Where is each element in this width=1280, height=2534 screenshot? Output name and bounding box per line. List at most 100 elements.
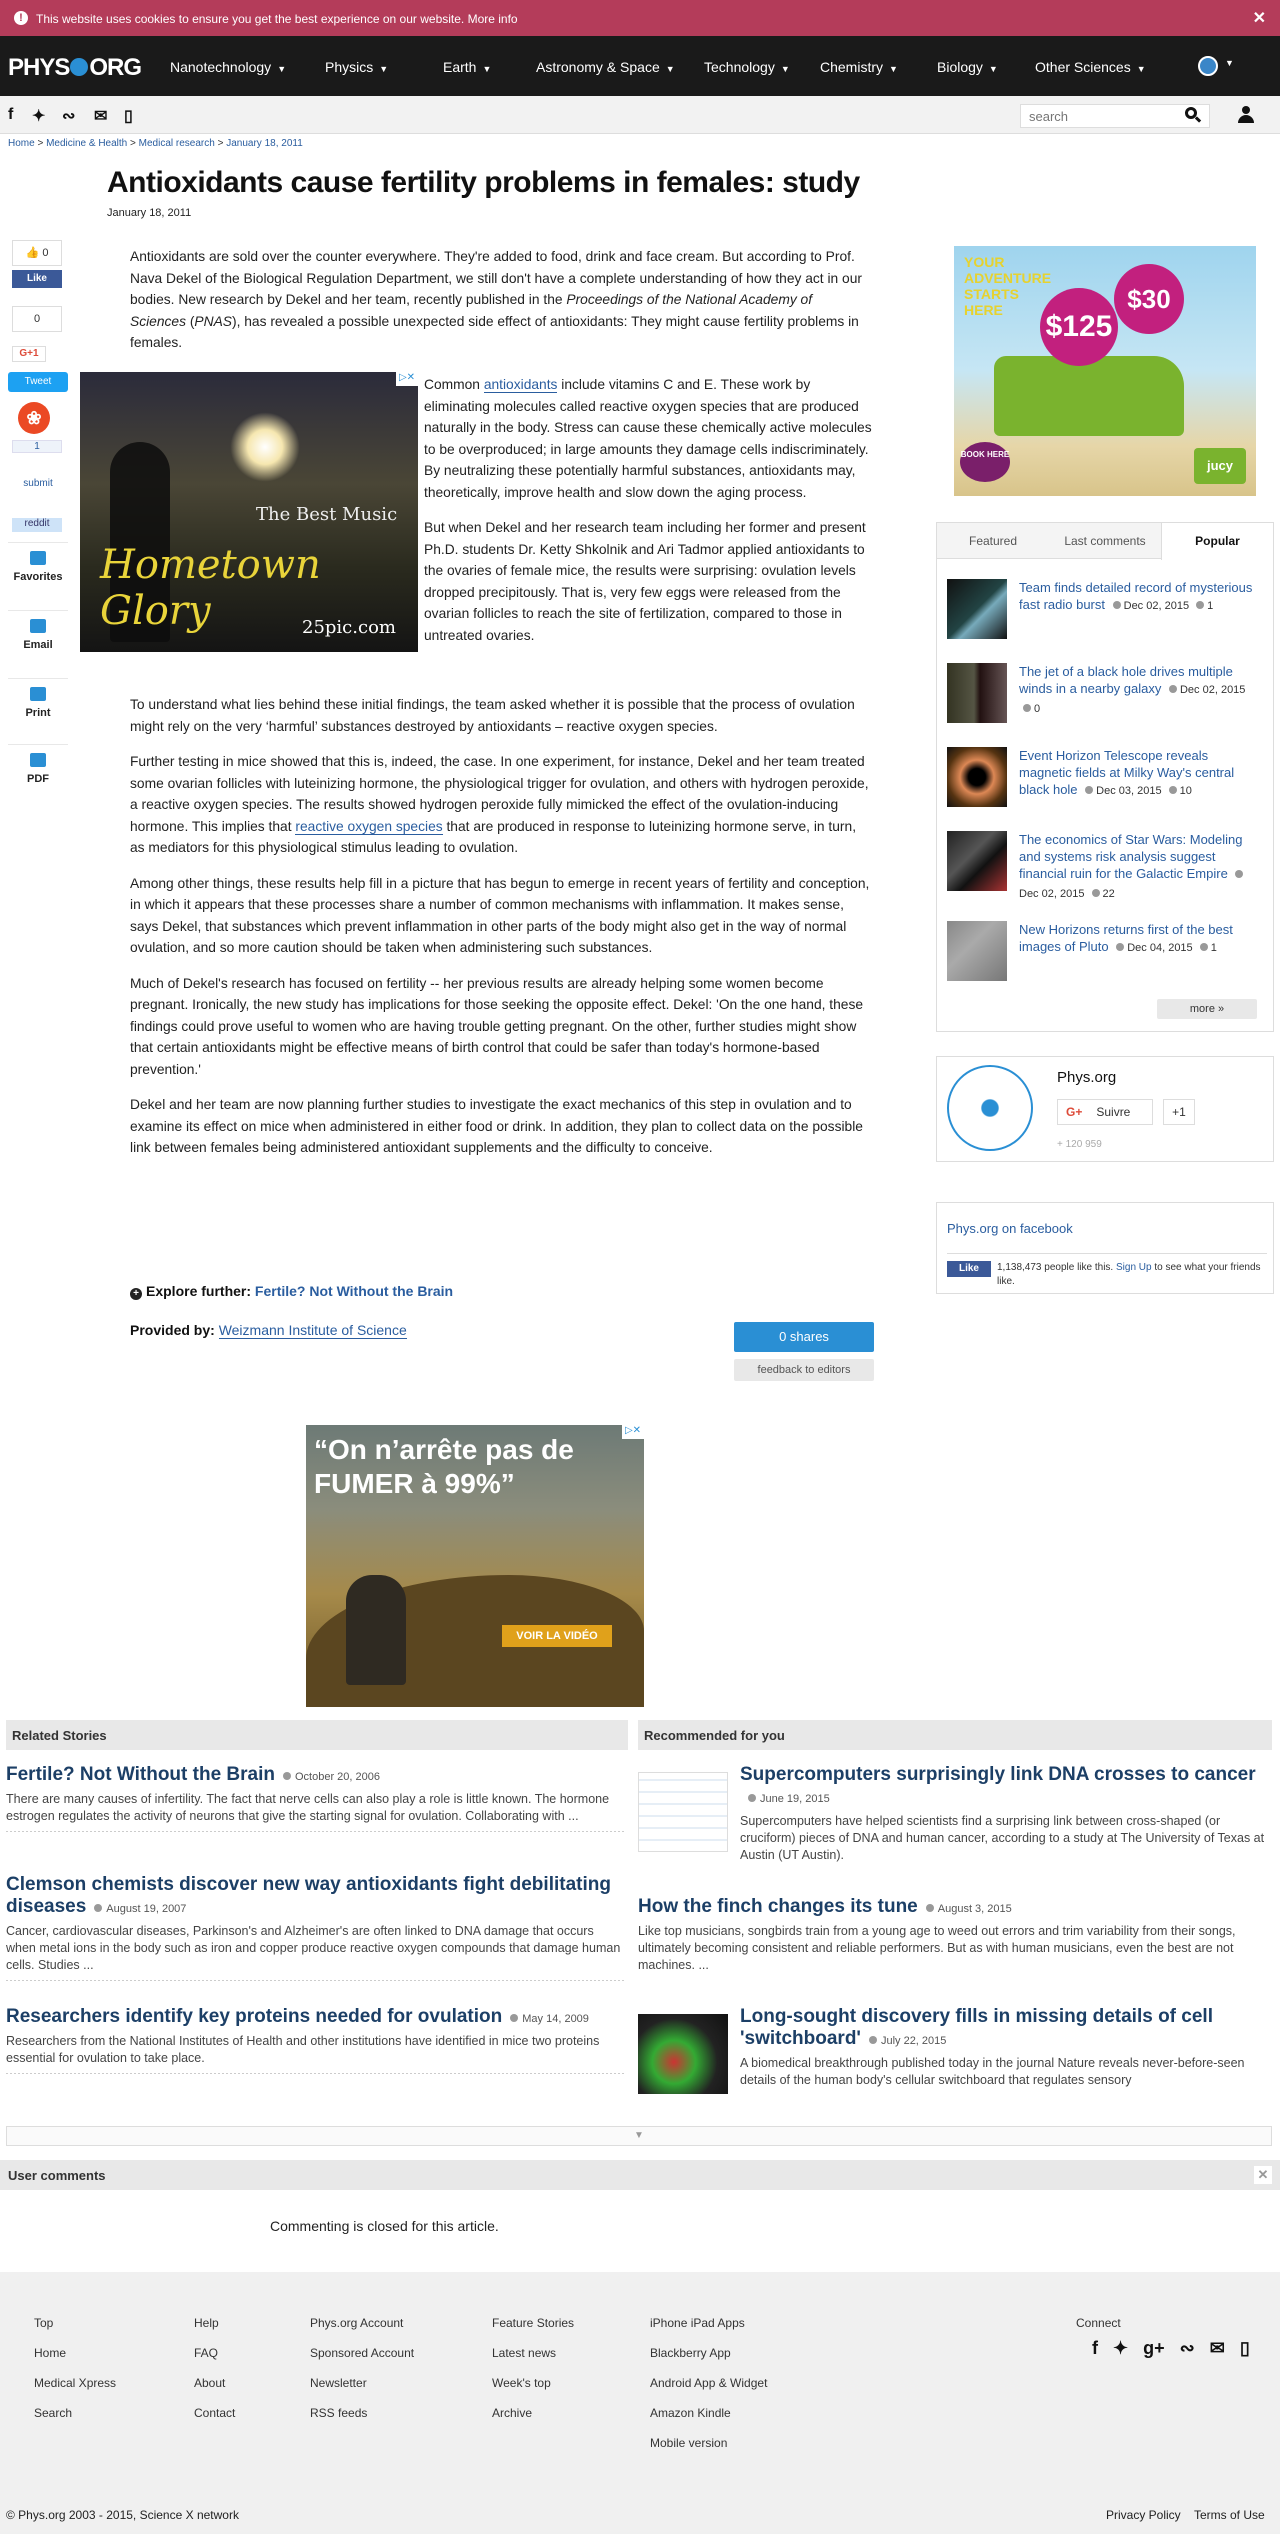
mobile-icon[interactable]: ▯ — [1240, 2338, 1250, 2358]
cookie-message[interactable]: This website uses cookies to ensure you … — [36, 12, 518, 26]
like-count-box[interactable]: 👍 0 — [12, 240, 62, 266]
related-item[interactable]: Fertile? Not Without the Brain October 20… — [6, 1764, 624, 1832]
footer-link-sponsored[interactable]: Sponsored Account — [310, 2346, 414, 2376]
nav-item-earth[interactable]: Earth ▼ — [443, 59, 491, 75]
footer-link-feature-stories[interactable]: Feature Stories — [492, 2316, 574, 2346]
footer-link-archive[interactable]: Archive — [492, 2406, 574, 2436]
facebook-box-title[interactable]: Phys.org on facebook — [947, 1221, 1073, 1236]
recommended-title[interactable]: How the finch changes its tune — [638, 1896, 918, 1917]
footer-link-search[interactable]: Search — [34, 2406, 116, 2436]
ad-hometown-glory[interactable]: The Best Music Hometown Glory 25pic.com … — [80, 372, 418, 652]
privacy-link[interactable]: Privacy Policy — [1106, 2508, 1181, 2522]
related-item[interactable]: Researchers identify key proteins needed… — [6, 2006, 624, 2074]
recommended-item[interactable]: Supercomputers surprisingly link DNA cro… — [740, 1764, 1270, 1864]
related-title[interactable]: Fertile? Not Without the Brain — [6, 1764, 275, 1785]
breadcrumb-home[interactable]: Home — [8, 138, 35, 149]
follow-button[interactable]: G+ Suivre — [1057, 1099, 1153, 1125]
submit-link[interactable]: submit — [8, 478, 68, 489]
explore-link[interactable]: Fertile? Not Without the Brain — [255, 1283, 453, 1299]
facebook-icon[interactable]: f — [8, 106, 13, 124]
rss-icon[interactable]: ∾ — [62, 106, 75, 126]
footer-link-faq[interactable]: FAQ — [194, 2346, 235, 2376]
recommended-item[interactable]: Long-sought discovery fills in missing d… — [740, 2006, 1270, 2096]
list-item[interactable]: Team finds detailed record of mysterious… — [947, 579, 1265, 643]
ad-smoking[interactable]: “On n’arrête pas de FUMER à 99%” VOIR LA… — [306, 1425, 644, 1707]
thumbnail-image[interactable] — [638, 2014, 728, 2094]
breadcrumb-date[interactable]: January 18, 2011 — [226, 138, 303, 149]
tab-last-comments[interactable]: Last comments — [1049, 523, 1161, 559]
footer-link-blackberry[interactable]: Blackberry App — [650, 2346, 767, 2376]
nav-item-technology[interactable]: Technology ▼ — [704, 59, 790, 75]
footer-link-newsletter[interactable]: Newsletter — [310, 2376, 414, 2406]
tweet-button[interactable]: Tweet — [8, 372, 68, 392]
footer-link-top[interactable]: Top — [34, 2316, 116, 2346]
mobile-icon[interactable]: ▯ — [124, 106, 133, 126]
close-icon[interactable]: ✕ — [1253, 8, 1266, 28]
footer-link-medical-xpress[interactable]: Medical Xpress — [34, 2376, 116, 2406]
footer-link-latest-news[interactable]: Latest news — [492, 2346, 574, 2376]
nav-item-physics[interactable]: Physics ▼ — [325, 59, 388, 75]
recommended-title[interactable]: Supercomputers surprisingly link DNA cro… — [740, 1764, 1256, 1785]
search-icon[interactable] — [1185, 107, 1202, 123]
tab-featured[interactable]: Featured — [937, 523, 1049, 559]
list-item[interactable]: Event Horizon Telescope reveals magnetic… — [947, 747, 1265, 811]
footer-link-weeks-top[interactable]: Week's top — [492, 2376, 574, 2406]
list-item[interactable]: New Horizons returns first of the best i… — [947, 921, 1265, 985]
user-icon[interactable] — [1236, 105, 1256, 125]
rss-icon[interactable]: ∾ — [1180, 2338, 1195, 2358]
related-item[interactable]: Clemson chemists discover new way antiox… — [6, 1874, 624, 1981]
footer-link-about[interactable]: About — [194, 2376, 235, 2406]
chevron-down-icon[interactable]: ▼ — [1225, 58, 1234, 68]
item-title[interactable]: The economics of Star Wars: Modeling and… — [1019, 832, 1243, 881]
breadcrumb-sub[interactable]: Medical research — [139, 138, 215, 149]
footer-link-rss[interactable]: RSS feeds — [310, 2406, 414, 2436]
site-logo[interactable]: PHYS ORG — [8, 54, 142, 82]
email-button[interactable]: Email — [8, 610, 68, 651]
facebook-like-button[interactable]: Like — [947, 1261, 991, 1277]
more-button[interactable]: more » — [1157, 999, 1257, 1019]
footer-link-android[interactable]: Android App & Widget — [650, 2376, 767, 2406]
footer-link-mobile[interactable]: Mobile version — [650, 2436, 767, 2466]
ad-video-button[interactable]: VOIR LA VIDÉO — [502, 1625, 612, 1647]
recommended-title[interactable]: Long-sought discovery fills in missing d… — [740, 2006, 1213, 2049]
email-icon[interactable]: ✉ — [1210, 2338, 1225, 2358]
twitter-icon[interactable]: ✦ — [32, 106, 45, 126]
footer-link-account[interactable]: Phys.org Account — [310, 2316, 414, 2346]
print-button[interactable]: Print — [8, 678, 68, 719]
provider-link[interactable]: Weizmann Institute of Science — [218, 1322, 407, 1339]
globe-icon[interactable] — [1198, 56, 1218, 76]
recommended-item[interactable]: How the finch changes its tune August 3, … — [638, 1896, 1268, 1974]
thumbnail-image[interactable] — [638, 1772, 728, 1852]
nav-item-chemistry[interactable]: Chemistry ▼ — [820, 59, 898, 75]
footer-link-iphone[interactable]: iPhone iPad Apps — [650, 2316, 767, 2346]
signup-link[interactable]: Sign Up — [1116, 1262, 1152, 1273]
search-input[interactable] — [1020, 104, 1210, 128]
gplus-icon[interactable]: g+ — [1143, 2338, 1165, 2358]
nav-item-other-sciences[interactable]: Other Sciences ▼ — [1035, 59, 1146, 75]
antioxidants-link[interactable]: antioxidants — [483, 377, 558, 393]
facebook-like-button[interactable]: Like — [12, 270, 62, 288]
ad-close-icon[interactable]: ▷✕ — [622, 1425, 644, 1439]
nav-item-nanotechnology[interactable]: Nanotechnology ▼ — [170, 59, 286, 75]
physorg-name[interactable]: Phys.org — [1057, 1069, 1116, 1086]
ad-close-icon[interactable]: ▷✕ — [396, 372, 418, 386]
ad-book-button[interactable]: BOOK HERE — [960, 442, 1010, 482]
shares-button[interactable]: 0 shares — [734, 1322, 874, 1352]
list-item[interactable]: The economics of Star Wars: Modeling and… — [947, 831, 1265, 900]
feedback-button[interactable]: feedback to editors — [734, 1359, 874, 1381]
footer-link-help[interactable]: Help — [194, 2316, 235, 2346]
breadcrumb-section[interactable]: Medicine & Health — [46, 138, 127, 149]
stumbleupon-icon[interactable]: ❀ — [18, 402, 50, 434]
expand-bar[interactable]: ▼ — [6, 2126, 1272, 2146]
footer-link-contact[interactable]: Contact — [194, 2406, 235, 2436]
ros-link[interactable]: reactive oxygen species — [295, 818, 443, 835]
terms-link[interactable]: Terms of Use — [1194, 2508, 1265, 2522]
list-item[interactable]: The jet of a black hole drives multiple … — [947, 663, 1265, 727]
ad-jucy[interactable]: YOUR ADVENTURE STARTS HERE $125 $30 BOOK… — [954, 246, 1256, 496]
facebook-icon[interactable]: f — [1092, 2338, 1098, 2358]
gplus-button[interactable]: G+1 — [12, 346, 46, 362]
tab-popular[interactable]: Popular — [1161, 523, 1273, 560]
favorites-button[interactable]: Favorites — [8, 542, 68, 583]
related-title[interactable]: Researchers identify key proteins needed… — [6, 2006, 502, 2027]
email-icon[interactable]: ✉ — [94, 106, 107, 126]
